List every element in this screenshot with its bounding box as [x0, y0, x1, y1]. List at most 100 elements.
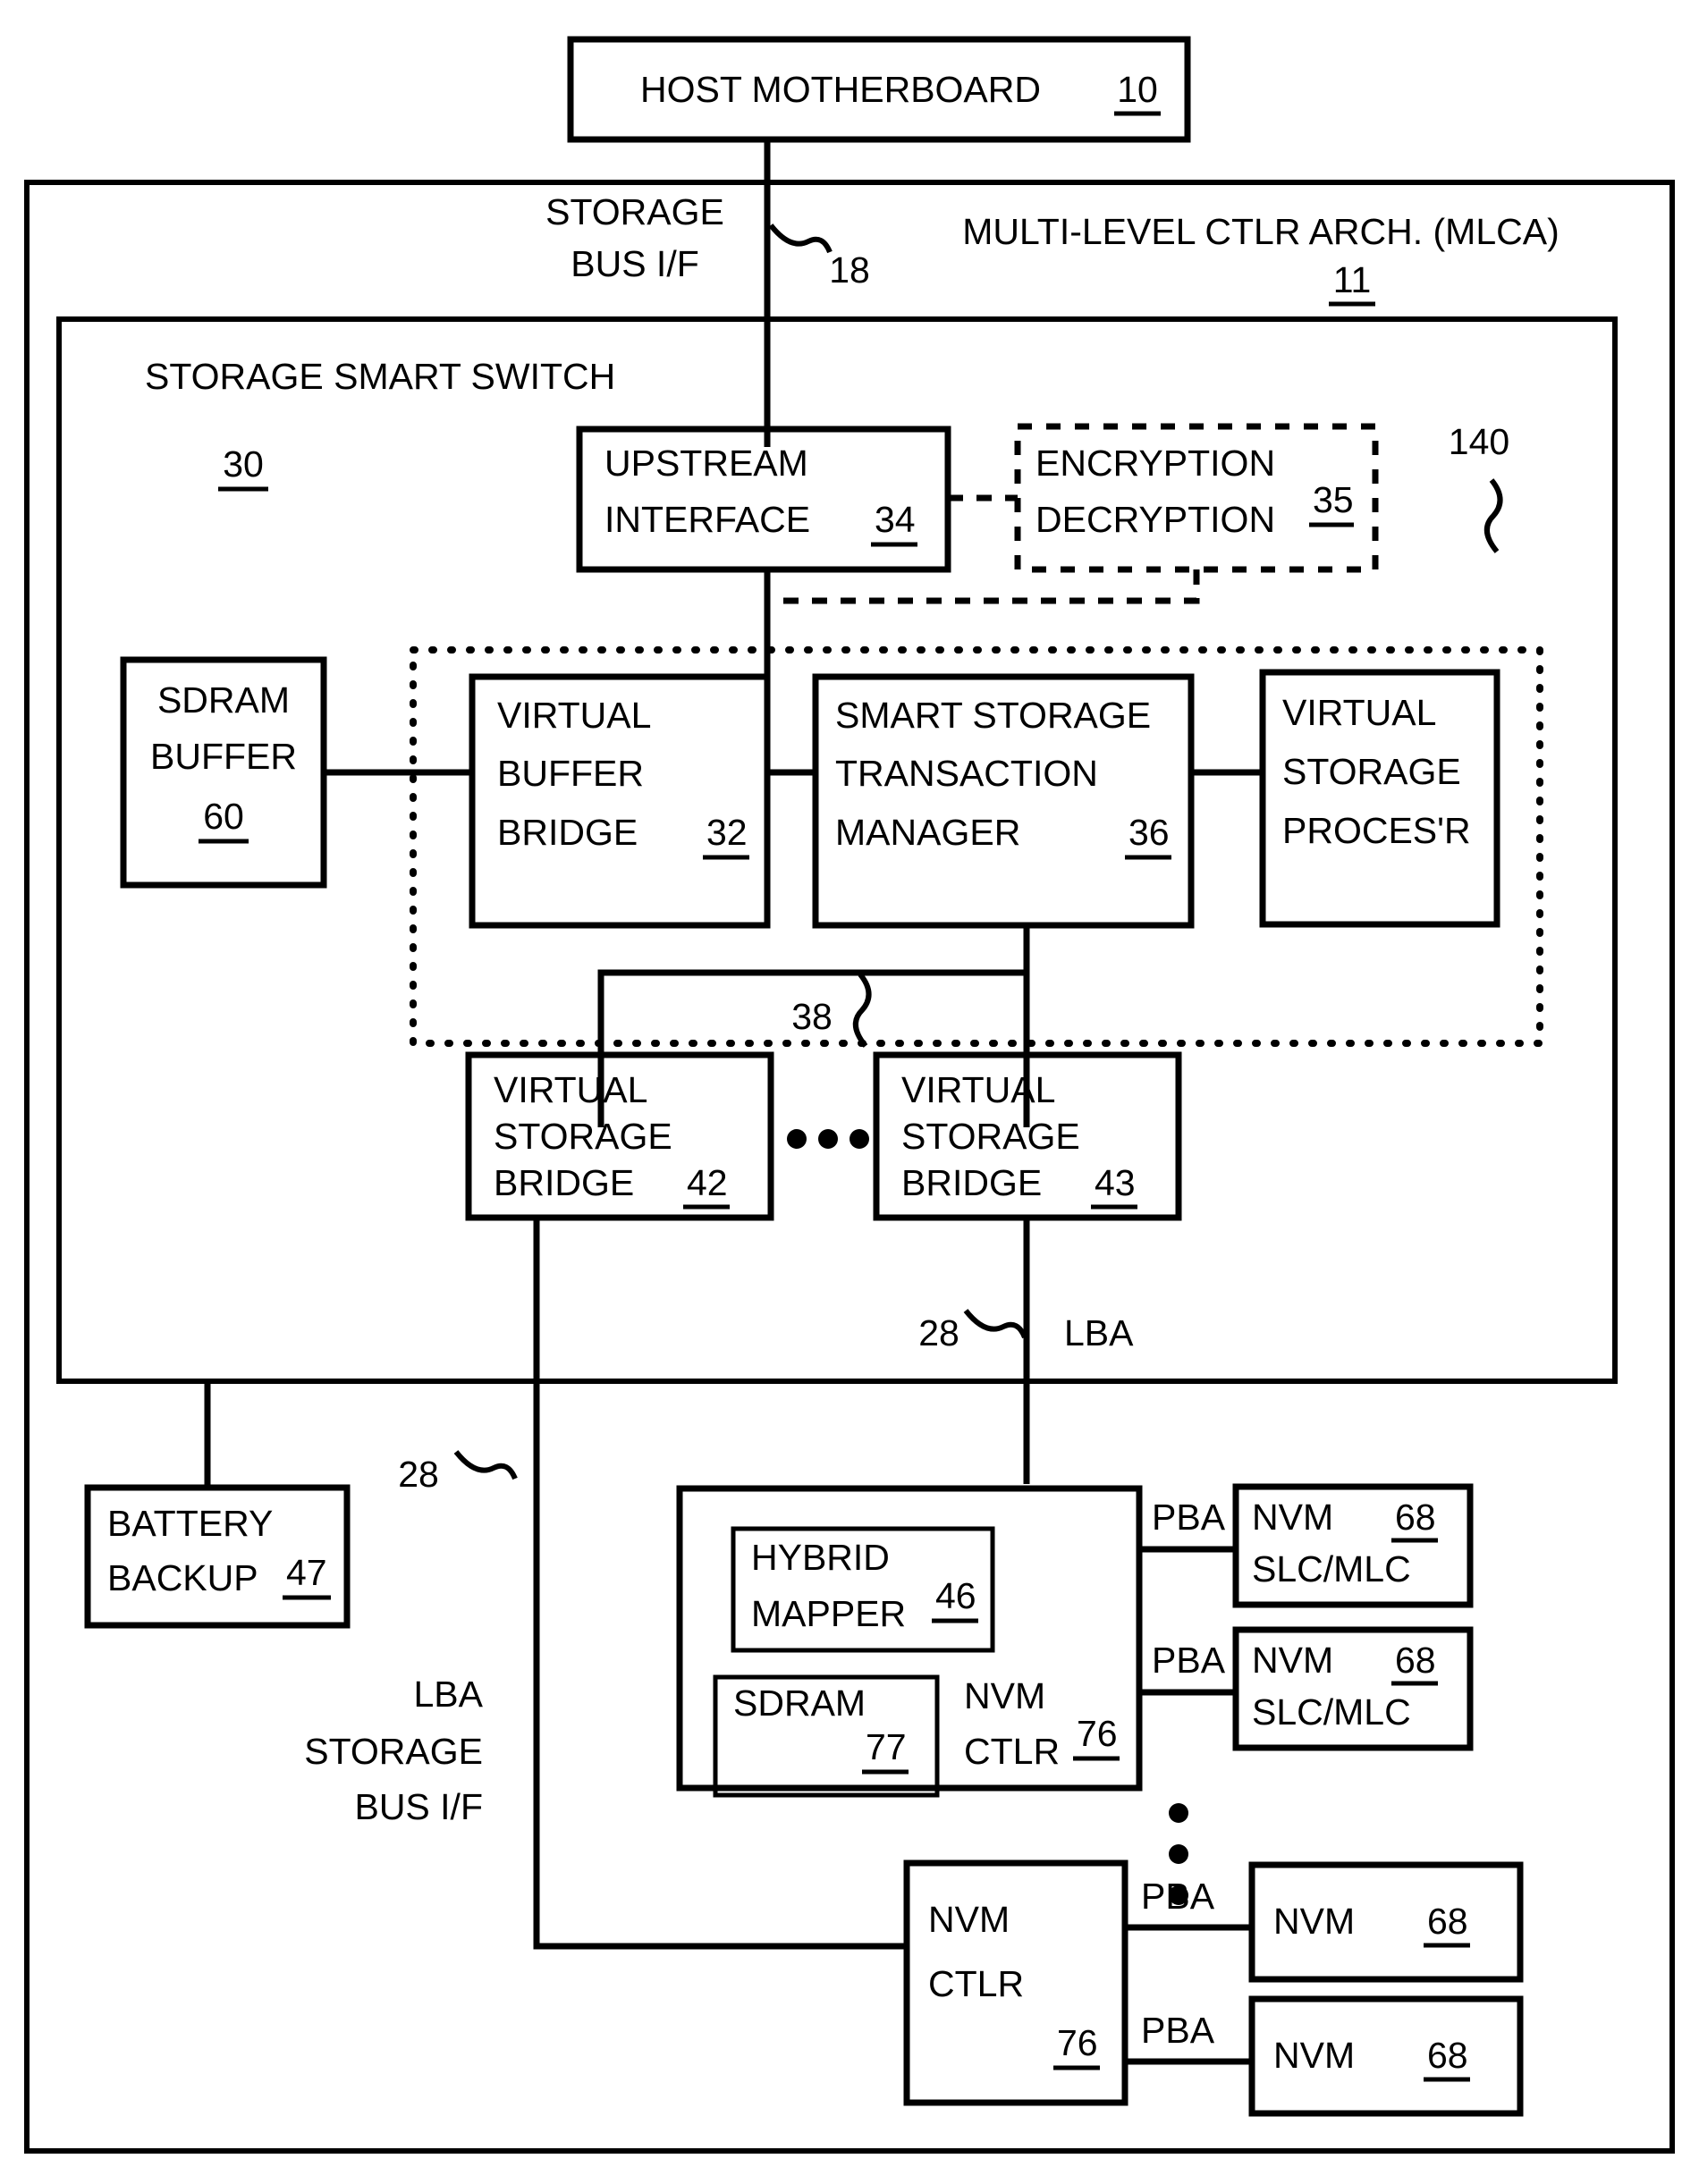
nvm-ctlr-bottom-ref: 76: [1057, 2022, 1098, 2063]
svg-text:STORAGE: STORAGE: [494, 1116, 672, 1157]
svg-text:STORAGE: STORAGE: [1282, 751, 1461, 792]
svg-text:NVM: NVM: [1273, 1901, 1355, 1942]
sstm-ref: 36: [1128, 812, 1170, 853]
lba-label-right: LBA: [1064, 1312, 1134, 1353]
upstream-interface-box: UPSTREAM INTERFACE 34: [576, 426, 951, 573]
pba-label-1: PBA: [1152, 1640, 1226, 1681]
svg-text:MAPPER: MAPPER: [751, 1593, 906, 1634]
storage-smart-switch-label: STORAGE SMART SWITCH: [145, 356, 615, 397]
lead-squiggle-38: [853, 973, 872, 1048]
svg-text:HYBRID: HYBRID: [751, 1537, 890, 1578]
mlca-title: MULTI-LEVEL CTLR ARCH. (MLCA) 11: [962, 211, 1560, 307]
svg-text:BUS I/F: BUS I/F: [354, 1786, 483, 1827]
virtual-storage-processor-box: VIRTUAL STORAGE PROCES'R: [1259, 669, 1500, 928]
svg-text:INTERFACE: INTERFACE: [604, 499, 810, 540]
nvm-device-2-ref: 68: [1427, 1901, 1468, 1942]
svg-text:SLC/MLC: SLC/MLC: [1252, 1691, 1411, 1733]
vsb42-ref: 42: [687, 1162, 728, 1203]
ref-18: 18: [829, 249, 870, 291]
svg-text:SLC/MLC: SLC/MLC: [1252, 1548, 1411, 1590]
svg-text:ENCRYPTION: ENCRYPTION: [1035, 443, 1275, 484]
battery-backup-box: BATTERY BACKUP 47: [84, 1484, 351, 1629]
nvm-ctlr-sdram-box: SDRAM 77: [713, 1674, 940, 1798]
encryption-decryption-box: ENCRYPTION DECRYPTION 35: [1014, 423, 1379, 573]
storage-smart-switch-ref: 30: [223, 443, 264, 485]
svg-text:PROCES'R: PROCES'R: [1282, 810, 1471, 851]
bridge-ellipsis: [787, 1129, 869, 1149]
lba-storage-bus-if-label: LBA STORAGE BUS I/F: [304, 1674, 483, 1827]
ref-28-right: 28: [918, 1312, 959, 1353]
svg-text:VIRTUAL: VIRTUAL: [901, 1069, 1055, 1110]
nvm-ctlr-bottom-box: NVM CTLR 76: [903, 1859, 1128, 2106]
pba-label-2: PBA: [1141, 1876, 1215, 1917]
nvm-device-0-ref: 68: [1395, 1497, 1436, 1538]
nvm-ctlr-sdram-ref: 77: [866, 1726, 907, 1767]
smart-storage-transaction-manager-box: SMART STORAGE TRANSACTION MANAGER 36: [812, 673, 1195, 929]
hybrid-mapper-ref: 46: [935, 1575, 976, 1616]
svg-text:SDRAM: SDRAM: [733, 1682, 866, 1724]
svg-text:VIRTUAL: VIRTUAL: [497, 695, 651, 736]
ref-28-left: 28: [398, 1454, 439, 1495]
svg-text:NVM: NVM: [928, 1899, 1010, 1940]
pba-label-3: PBA: [1141, 2010, 1215, 2051]
pba-link-1: PBA: [1139, 1640, 1236, 1696]
svg-text:SDRAM: SDRAM: [157, 679, 290, 721]
svg-text:SMART STORAGE: SMART STORAGE: [835, 695, 1151, 736]
host-motherboard-ref: 10: [1117, 69, 1158, 110]
svg-text:BUFFER: BUFFER: [150, 736, 297, 777]
svg-text:BATTERY: BATTERY: [107, 1503, 273, 1544]
nvm-device-1-ref: 68: [1395, 1640, 1436, 1681]
encryption-to-bus-dashed: [767, 569, 1200, 604]
nvm-device-2-box: NVM 68: [1248, 1861, 1524, 1983]
nvm-device-3-ref: 68: [1427, 2035, 1468, 2076]
pba-label-0: PBA: [1152, 1497, 1226, 1538]
lead-squiggle-28-right: [963, 1309, 1027, 1339]
pba-link-3: PBA: [1125, 2010, 1252, 2065]
pba-link-2: PBA: [1125, 1876, 1252, 1931]
vsb43-ref: 43: [1095, 1162, 1136, 1203]
svg-text:NVM: NVM: [964, 1675, 1045, 1716]
svg-text:BRIDGE: BRIDGE: [497, 812, 638, 853]
svg-text:LBA: LBA: [414, 1674, 484, 1715]
lead-squiggle-140: [1484, 478, 1503, 553]
svg-text:MANAGER: MANAGER: [835, 812, 1020, 853]
nvm-ctlr-top-box: NVM CTLR 76 HYBRID MAPPER 46 SDRAM 77: [676, 1485, 1143, 1798]
svg-text:BRIDGE: BRIDGE: [901, 1162, 1042, 1203]
pba-link-0: PBA: [1139, 1497, 1236, 1553]
lead-squiggle-18: [768, 223, 833, 254]
nvm-ctlr-top-ref: 76: [1077, 1713, 1118, 1754]
svg-text:VIRTUAL: VIRTUAL: [1282, 692, 1436, 733]
virtual-buffer-bridge-ref: 32: [706, 812, 748, 853]
svg-text:UPSTREAM: UPSTREAM: [604, 443, 808, 484]
hybrid-mapper-box: HYBRID MAPPER 46: [731, 1526, 995, 1653]
mlca-ref: 11: [1333, 259, 1372, 300]
nvm-device-1-box: NVM 68 SLC/MLC: [1232, 1626, 1474, 1751]
virtual-buffer-bridge-box: VIRTUAL BUFFER BRIDGE 32: [469, 673, 771, 929]
sdram-buffer-box: SDRAM BUFFER 60: [120, 656, 327, 889]
battery-backup-ref: 47: [286, 1552, 327, 1593]
svg-text:BRIDGE: BRIDGE: [494, 1162, 634, 1203]
svg-text:CTLR: CTLR: [964, 1731, 1060, 1772]
svg-text:TRANSACTION: TRANSACTION: [835, 753, 1098, 794]
svg-text:STORAGE: STORAGE: [304, 1731, 483, 1772]
svg-text:BACKUP: BACKUP: [107, 1557, 258, 1598]
host-motherboard-box: HOST MOTHERBOARD 10: [567, 36, 1191, 143]
svg-text:CTLR: CTLR: [928, 1963, 1024, 2004]
svg-text:BUS I/F: BUS I/F: [571, 243, 699, 284]
nvm-device-3-box: NVM 68: [1248, 1995, 1524, 2117]
svg-text:VIRTUAL: VIRTUAL: [494, 1069, 647, 1110]
mlca-outer-frame: [24, 180, 1675, 2154]
nvm-device-0-box: NVM 68 SLC/MLC: [1232, 1483, 1474, 1608]
svg-text:STORAGE: STORAGE: [901, 1116, 1080, 1157]
svg-text:NVM: NVM: [1252, 1640, 1333, 1681]
host-motherboard-label: HOST MOTHERBOARD: [640, 69, 1041, 110]
encryption-ref: 35: [1313, 479, 1354, 520]
svg-text:NVM: NVM: [1273, 2035, 1355, 2076]
virtual-storage-bridge-43-box: VIRTUAL STORAGE BRIDGE 43: [873, 1051, 1182, 1221]
lead-squiggle-28-left: [453, 1450, 518, 1480]
virtual-storage-bridge-42-box: VIRTUAL STORAGE BRIDGE 42: [465, 1051, 774, 1221]
patent-figure-canvas: HOST MOTHERBOARD 10 STORAGE BUS I/F 18 M…: [0, 0, 1699, 2184]
sdram-buffer-ref: 60: [203, 796, 244, 837]
ref-140: 140: [1449, 421, 1509, 462]
ref-38: 38: [791, 996, 833, 1037]
